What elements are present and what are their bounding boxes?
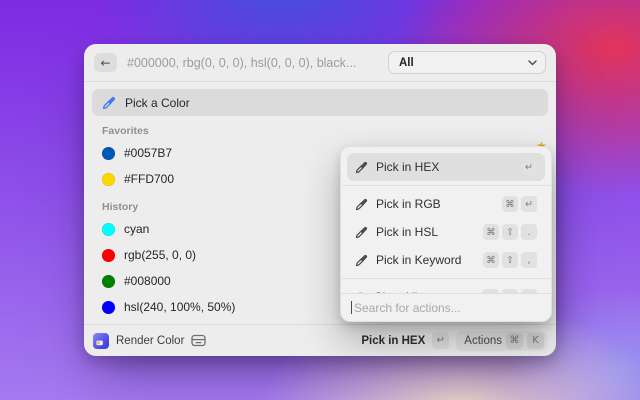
- eyedropper-icon: [355, 198, 368, 211]
- list-item-label: #FFD700: [124, 172, 174, 186]
- cmd-key-hint: ⌘: [502, 196, 518, 212]
- eyedropper-icon: [355, 161, 368, 174]
- device-icon: [191, 334, 206, 347]
- menu-item-clear-history[interactable]: ⊗ Clear History ⌥ ⇧ C: [347, 283, 545, 293]
- eyedropper-icon: [355, 254, 368, 267]
- primary-action-label[interactable]: Pick in HEX: [361, 335, 425, 347]
- top-bar: ← #000000, rbg(0, 0, 0), hsl(0, 0, 0), b…: [84, 44, 556, 82]
- menu-item-label: Pick in RGB: [376, 197, 494, 211]
- section-title-favorites: Favorites: [102, 125, 556, 137]
- menu-item-pick-in-rgb[interactable]: Pick in RGB ⌘ ↵: [347, 190, 545, 218]
- menu-item-pick-in-hsl[interactable]: Pick in HSL ⌘ ⇧ .: [347, 218, 545, 246]
- eyedropper-icon: [355, 226, 368, 239]
- color-swatch: [102, 301, 115, 314]
- filter-dropdown-value: All: [399, 57, 528, 69]
- cmd-key-hint: ⌘: [483, 224, 499, 240]
- list-item-label: rgb(255, 0, 0): [124, 248, 196, 262]
- actions-popup: Pick in HEX ↵ Pick in RGB ⌘ ↵: [340, 146, 552, 322]
- enter-key-hint: ↵: [432, 332, 449, 349]
- cmd-key-hint: ⌘: [483, 252, 499, 268]
- text-cursor: [351, 301, 352, 314]
- actions-popup-list: Pick in HEX ↵ Pick in RGB ⌘ ↵: [341, 147, 551, 293]
- menu-item-pick-in-keyword[interactable]: Pick in Keyword ⌘ ⇧ ,: [347, 246, 545, 274]
- enter-key-hint: ↵: [521, 196, 537, 212]
- list-item-label: cyan: [124, 222, 149, 236]
- menu-divider: [341, 185, 551, 186]
- actions-button[interactable]: Actions ⌘ K: [456, 331, 547, 351]
- menu-item-pick-in-hex[interactable]: Pick in HEX ↵: [347, 153, 545, 181]
- search-input[interactable]: #000000, rbg(0, 0, 0), hsl(0, 0, 0), bla…: [127, 56, 378, 70]
- actions-search-placeholder: Search for actions...: [354, 301, 461, 315]
- shift-key-hint: ⇧: [502, 252, 518, 268]
- render-color-app-icon: [93, 333, 109, 349]
- list-item-label: #0057B7: [124, 146, 172, 160]
- actions-search-input[interactable]: Search for actions...: [341, 293, 551, 321]
- period-key-hint: .: [521, 224, 537, 240]
- list-item-label: hsl(240, 100%, 50%): [124, 300, 235, 314]
- actions-label: Actions: [464, 335, 502, 347]
- back-button[interactable]: ←: [94, 53, 117, 72]
- chevron-down-icon: [528, 60, 537, 66]
- eyedropper-icon: [102, 96, 116, 110]
- back-arrow-icon: ←: [100, 56, 110, 70]
- shift-key-hint: ⇧: [502, 224, 518, 240]
- menu-item-label: Pick in HEX: [376, 160, 513, 174]
- color-swatch: [102, 275, 115, 288]
- menu-item-label: Pick in HSL: [376, 225, 475, 239]
- color-swatch: [102, 223, 115, 236]
- pick-a-color-item[interactable]: Pick a Color: [92, 89, 548, 116]
- enter-key-hint: ↵: [521, 159, 537, 175]
- k-key-hint: K: [527, 333, 544, 349]
- menu-divider: [341, 278, 551, 279]
- menu-item-label: Pick in Keyword: [376, 253, 475, 267]
- cmd-key-hint: ⌘: [506, 333, 523, 349]
- app-name-label: Render Color: [116, 335, 184, 347]
- color-swatch: [102, 249, 115, 262]
- color-swatch: [102, 173, 115, 186]
- footer-bar: Render Color Pick in HEX ↵ Actions ⌘ K: [84, 324, 556, 356]
- pick-a-color-label: Pick a Color: [125, 96, 190, 110]
- list-item-label: #008000: [124, 274, 171, 288]
- filter-dropdown[interactable]: All: [388, 51, 546, 74]
- comma-key-hint: ,: [521, 252, 537, 268]
- color-swatch: [102, 147, 115, 160]
